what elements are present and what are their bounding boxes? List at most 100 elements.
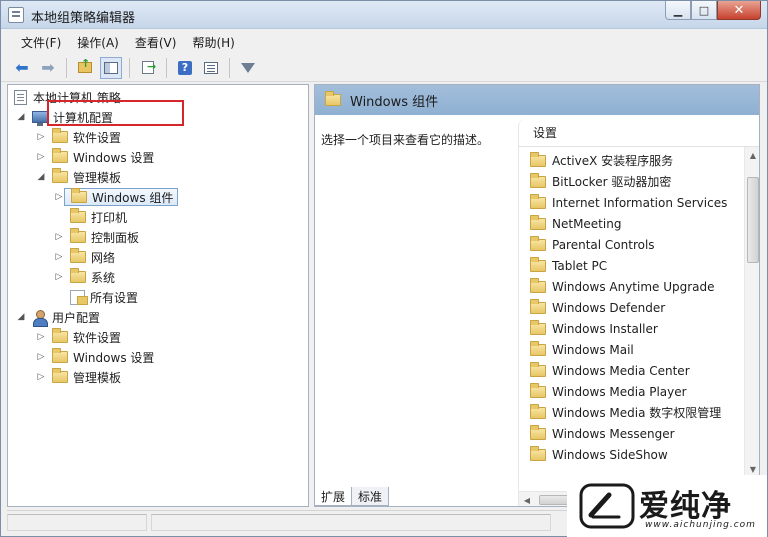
collapsed-arrow-icon[interactable]: ▷	[36, 332, 46, 342]
selected-tree-item: Windows 组件	[64, 188, 179, 206]
settings-list-item[interactable]: Tablet PC	[530, 255, 607, 276]
group-policy-editor-window: 本地组策略编辑器 ▁ □ ✕ 文件(F) 操作(A) 查看(V) 帮助(H) ⬅…	[0, 0, 768, 537]
folder-icon	[530, 361, 546, 377]
menu-action[interactable]: 操作(A)	[69, 34, 127, 51]
menu-help[interactable]: 帮助(H)	[184, 34, 242, 51]
settings-list-item[interactable]: Windows Mail	[530, 339, 634, 360]
settings-list-item[interactable]: Internet Information Services	[530, 192, 727, 213]
tree-item-uc-software[interactable]: ▷ 软件设置	[36, 328, 121, 346]
settings-item-label: ActiveX 安装程序服务	[552, 154, 674, 168]
folder-icon	[52, 128, 68, 143]
settings-list-item[interactable]: Parental Controls	[530, 234, 655, 255]
tree-label: 软件设置	[73, 130, 122, 145]
toolbar-separator	[129, 57, 130, 78]
vertical-scrollbar[interactable]: ▲ ▼	[744, 147, 759, 477]
settings-item-label: Windows SideShow	[552, 447, 668, 462]
tree-item-cc-windows[interactable]: ▷ Windows 设置	[36, 148, 154, 166]
minimize-button[interactable]: ▁	[665, 1, 691, 20]
watermark-url: www.aichunjing.com	[645, 520, 756, 530]
maximize-button[interactable]: □	[691, 1, 717, 20]
settings-list-item[interactable]: Windows Installer	[530, 318, 658, 339]
settings-list-item[interactable]: NetMeeting	[530, 213, 621, 234]
view-tabs: 扩展 标准	[314, 487, 390, 507]
collapsed-arrow-icon[interactable]: ▷	[36, 152, 46, 162]
settings-list-item[interactable]: Windows Defender	[530, 297, 665, 318]
forward-button[interactable]: ➡	[37, 57, 59, 79]
settings-list-item[interactable]: Windows Messenger	[530, 423, 675, 444]
expanded-arrow-icon[interactable]: ◢	[16, 312, 26, 322]
settings-list[interactable]: 设置 ActiveX 安装程序服务 BitLocker 驱动器加密 Internet…	[518, 119, 759, 506]
folder-icon	[530, 424, 546, 440]
expanded-arrow-icon[interactable]: ◢	[16, 112, 26, 122]
tree-item-windows-components[interactable]: ▷ Windows 组件	[54, 188, 179, 206]
up-level-button[interactable]	[74, 57, 96, 79]
settings-list-item[interactable]: Windows SideShow	[530, 444, 668, 465]
tree-item-uc-admin[interactable]: ▷ 管理模板	[36, 368, 121, 386]
collapsed-arrow-icon[interactable]: ▷	[36, 372, 46, 382]
scroll-left-icon[interactable]: ◀	[519, 492, 535, 506]
gpedit-app-icon	[8, 7, 24, 23]
back-button[interactable]: ⬅	[11, 57, 33, 79]
settings-item-label: Tablet PC	[552, 258, 608, 273]
settings-item-label: Windows Mail	[552, 342, 634, 357]
folder-icon	[52, 348, 68, 363]
help-button[interactable]: ?	[174, 57, 196, 79]
settings-list-item[interactable]: Windows Anytime Upgrade	[530, 276, 715, 297]
settings-item-label: Windows Media Center	[552, 363, 690, 378]
settings-list-item[interactable]: Windows Media 数字权限管理	[530, 402, 721, 423]
settings-item-label: NetMeeting	[552, 216, 622, 231]
settings-list-item[interactable]: ActiveX 安装程序服务	[530, 150, 673, 171]
collapsed-arrow-icon[interactable]: ▷	[36, 132, 46, 142]
tree-label: 管理模板	[73, 370, 122, 385]
tree-item-system[interactable]: ▷ 系统	[54, 268, 115, 286]
show-hide-tree-button[interactable]	[100, 56, 122, 79]
settings-list-item[interactable]: Windows Media Center	[530, 360, 690, 381]
tab-standard[interactable]: 标准	[351, 487, 390, 506]
folder-icon	[70, 248, 86, 263]
details-title: Windows 组件	[350, 94, 439, 110]
tree-label: Windows 设置	[73, 350, 155, 365]
folder-icon	[52, 148, 68, 163]
settings-item-label: Windows Installer	[552, 321, 658, 336]
settings-list-item[interactable]: Windows Media Player	[530, 381, 687, 402]
tree-item-cc-software[interactable]: ▷ 软件设置	[36, 128, 121, 146]
tree-label: 软件设置	[73, 330, 122, 345]
collapsed-arrow-icon[interactable]: ▷	[54, 232, 64, 242]
tab-extended[interactable]: 扩展	[314, 487, 353, 506]
folder-icon	[530, 151, 546, 167]
settings-item-label: BitLocker 驱动器加密	[552, 175, 672, 189]
settings-item-label: Internet Information Services	[552, 195, 728, 210]
collapsed-arrow-icon[interactable]: ▷	[54, 272, 64, 282]
tree-item-all-settings[interactable]: ▷ 所有设置	[54, 288, 138, 306]
status-segment	[7, 514, 147, 531]
menu-view[interactable]: 查看(V)	[127, 34, 185, 51]
toolbar-separator	[66, 57, 67, 78]
settings-item-label: Windows Media Player	[552, 384, 687, 399]
tree-pane[interactable]: 本地计算机 策略 ◢ 计算机配置 ▷ 软件设置 ▷ Windows 设置 ◢ 管…	[7, 84, 309, 507]
properties-button[interactable]	[200, 57, 222, 79]
tree-item-printers[interactable]: ▷ 打印机	[54, 208, 127, 226]
tree-item-network[interactable]: ▷ 网络	[54, 248, 115, 266]
close-button[interactable]: ✕	[717, 1, 761, 20]
scroll-up-icon[interactable]: ▲	[745, 147, 759, 163]
settings-list-item[interactable]: BitLocker 驱动器加密	[530, 171, 671, 192]
menu-file[interactable]: 文件(F)	[13, 34, 69, 51]
scroll-thumb[interactable]	[747, 177, 759, 263]
no-arrow: ▷	[54, 292, 64, 302]
tree-label: 用户配置	[52, 310, 101, 325]
export-list-button[interactable]	[137, 57, 159, 79]
folder-icon	[530, 319, 546, 335]
tree-item-user-config[interactable]: ◢ 用户配置	[16, 308, 101, 327]
tree-item-cc-admin[interactable]: ◢ 管理模板	[36, 168, 121, 186]
collapsed-arrow-icon[interactable]: ▷	[54, 252, 64, 262]
export-list-icon	[142, 60, 156, 74]
filter-button[interactable]	[237, 57, 259, 79]
tree-item-uc-windows[interactable]: ▷ Windows 设置	[36, 348, 154, 366]
collapsed-arrow-icon[interactable]: ▷	[36, 352, 46, 362]
column-header-setting[interactable]: 设置	[519, 119, 759, 147]
status-bar	[7, 510, 567, 532]
collapsed-arrow-icon[interactable]: ▷	[54, 192, 64, 202]
expanded-arrow-icon[interactable]: ◢	[36, 172, 46, 182]
all-settings-icon	[70, 289, 88, 305]
tree-item-control-panel[interactable]: ▷ 控制面板	[54, 228, 139, 246]
